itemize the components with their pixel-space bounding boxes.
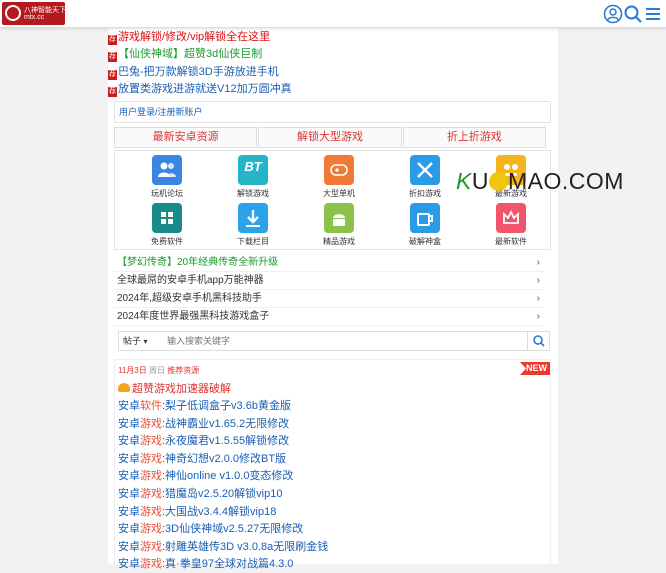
promo-links-list: 【梦幻传奇】20年经典传奇全新升级 › 全球最屌的安卓手机app万能神器 › 202… [114,254,544,326]
chevron-right-icon: › [536,275,540,286]
search-icon [533,335,545,347]
gamepad-icon [324,155,354,185]
news-panel: 11月3日 周日 推荐资源 NEW 超赞游戏加速器破解 安卓软件:梨子低调盒子v… [114,359,551,570]
recommend-tag: 荐 [108,35,117,45]
grid-item-label: 免费软件 [151,237,183,246]
promo-link[interactable]: 全球最屌的安卓手机app万能神器 › [114,272,544,290]
promo-link[interactable]: 【梦幻传奇】20年经典传奇全新升级 › [114,254,544,272]
user-circle-icon[interactable] [603,4,623,24]
grid-item-unlock-games[interactable]: BT 解锁游戏 [223,155,283,199]
bt-game-icon: BT [238,155,268,185]
promo-link[interactable]: 2024年,超级安卓手机黑科技助手 › [114,290,544,308]
grid-item-label: 大型单机 [323,189,355,198]
chevron-down-icon: ▾ [143,337,148,346]
featured-post[interactable]: 超赞游戏加速器破解 [118,380,231,398]
post-item[interactable]: 安卓游戏:大国战v3.4.4解锁vip18 [118,503,276,521]
ad-link-4[interactable]: 荐放置类游戏进游就送V12加万圆冲真 [108,80,292,98]
new-badge: NEW [520,362,550,375]
grid-item-standalone[interactable]: 大型单机 [309,155,369,199]
site-logo[interactable]: 八神智能天下 mtx.cc [2,2,66,25]
top-header-bar: 八神智能天下 mtx.cc [0,0,666,28]
post-item[interactable]: 安卓游戏:战神霸业v1.65.2无限修改 [118,415,289,433]
grid-item-label: 最新软件 [495,237,527,246]
grid-item-forum[interactable]: 玩机论坛 [137,155,197,199]
post-item[interactable]: 安卓游戏:永夜魔君v1.5.55解锁修改 [118,432,289,450]
logo-emblem-icon [5,5,21,21]
grid-item-label: 玩机论坛 [151,189,183,198]
post-item[interactable]: 安卓游戏:真·拳皇97全球对战篇4.3.0 [118,555,293,573]
search-icon[interactable] [623,4,643,24]
grid-item-label: 下载栏目 [237,237,269,246]
recommend-tag: 荐 [108,87,117,97]
download-icon [238,203,268,233]
watermark-logo: KU MAO.COM [456,168,624,194]
search-input[interactable] [167,332,527,350]
post-item[interactable]: 安卓游戏:猎魔岛v2.5.20解锁vip10 [118,485,282,503]
post-item[interactable]: 安卓软件:梨子低调盒子v3.6b黄金版 [118,397,291,415]
ad-text: 放置类游戏进游就送V12加万圆冲真 [118,83,292,95]
ad-link-1[interactable]: 荐游戏解锁/修改/vip解锁全在这里 [108,28,270,46]
post-item[interactable]: 安卓游戏:神奇幻想v2.0.0修改BT版 [118,450,286,468]
crown-icon [496,203,526,233]
grid-item-downloads[interactable]: 下载栏目 [223,203,283,247]
grid-item-label: 折扣游戏 [409,189,441,198]
search-type-select[interactable]: 帖子 ▾ [123,332,148,351]
recommend-tag: 荐 [108,70,117,80]
ad-link-2[interactable]: 荐【仙侠神域】超赞3d仙侠巨制 [108,45,262,63]
menu-icon[interactable] [643,4,663,24]
android-icon [324,203,354,233]
tab-unlocked-games[interactable]: 解锁大型游戏 [258,127,402,148]
grid-item-discount[interactable]: 折扣游戏 [395,155,455,199]
main-page: 荐游戏解锁/修改/vip解锁全在这里 荐【仙侠神域】超赞3d仙侠巨制 荐巴兔-把… [108,28,558,570]
recommend-tag: 荐 [108,52,117,62]
search-button[interactable] [527,332,549,350]
logo-line2: mtx.cc [24,14,45,21]
grid-app-icon [152,203,182,233]
news-header: 11月3日 周日 推荐资源 [118,366,200,375]
ad-link-3[interactable]: 荐巴兔-把万款解锁3D手游放进手机 [108,63,279,81]
promo-link[interactable]: 2024年度世界最强黑科技游戏盒子 › [114,308,544,326]
login-register-link[interactable]: 用户登录/注册新账户 [114,101,551,123]
tools-icon [410,155,440,185]
grid-item-label: 解锁游戏 [237,189,269,198]
ad-text: 【仙侠神域】超赞3d仙侠巨制 [118,48,263,60]
tab-discount-games[interactable]: 折上折游戏 [402,127,546,148]
post-item[interactable]: 安卓游戏:3D仙侠神域v2.5.27无限修改 [118,520,303,538]
users-icon [152,155,182,185]
search-bar: 帖子 ▾ [118,331,550,351]
chevron-right-icon: › [536,311,540,322]
face-logo-icon [488,172,508,191]
category-tabs: 最新安卓资源 解锁大型游戏 折上折游戏 [114,127,547,148]
grid-item-label: 破解神盒 [409,237,441,246]
gamepad-icon [118,383,130,392]
ad-text: 巴兔-把万款解锁3D手游放进手机 [118,66,279,78]
grid-item-free-software[interactable]: 免费软件 [137,203,197,247]
post-item[interactable]: 安卓游戏:射雕英雄传3D v3.0.8a无限刷金钱 [118,538,328,556]
post-item[interactable]: 安卓游戏:神仙online v1.0.0变态修改 [118,467,293,485]
grid-item-crack-box[interactable]: 破解神盒 [395,203,455,247]
grid-item-newest-software[interactable]: 最新软件 [481,203,541,247]
ad-text: 游戏解锁/修改/vip解锁全在这里 [118,31,271,43]
grid-item-quality-games[interactable]: 精品游戏 [309,203,369,247]
category-grid: 玩机论坛 BT 解锁游戏 大型单机 折扣游戏 最新游戏 免费软件 下载栏目 精品… [114,150,551,250]
chevron-right-icon: › [536,293,540,304]
cup-icon [410,203,440,233]
grid-item-label: 精品游戏 [323,237,355,246]
chevron-right-icon: › [536,257,540,268]
tab-latest-android[interactable]: 最新安卓资源 [114,127,258,148]
